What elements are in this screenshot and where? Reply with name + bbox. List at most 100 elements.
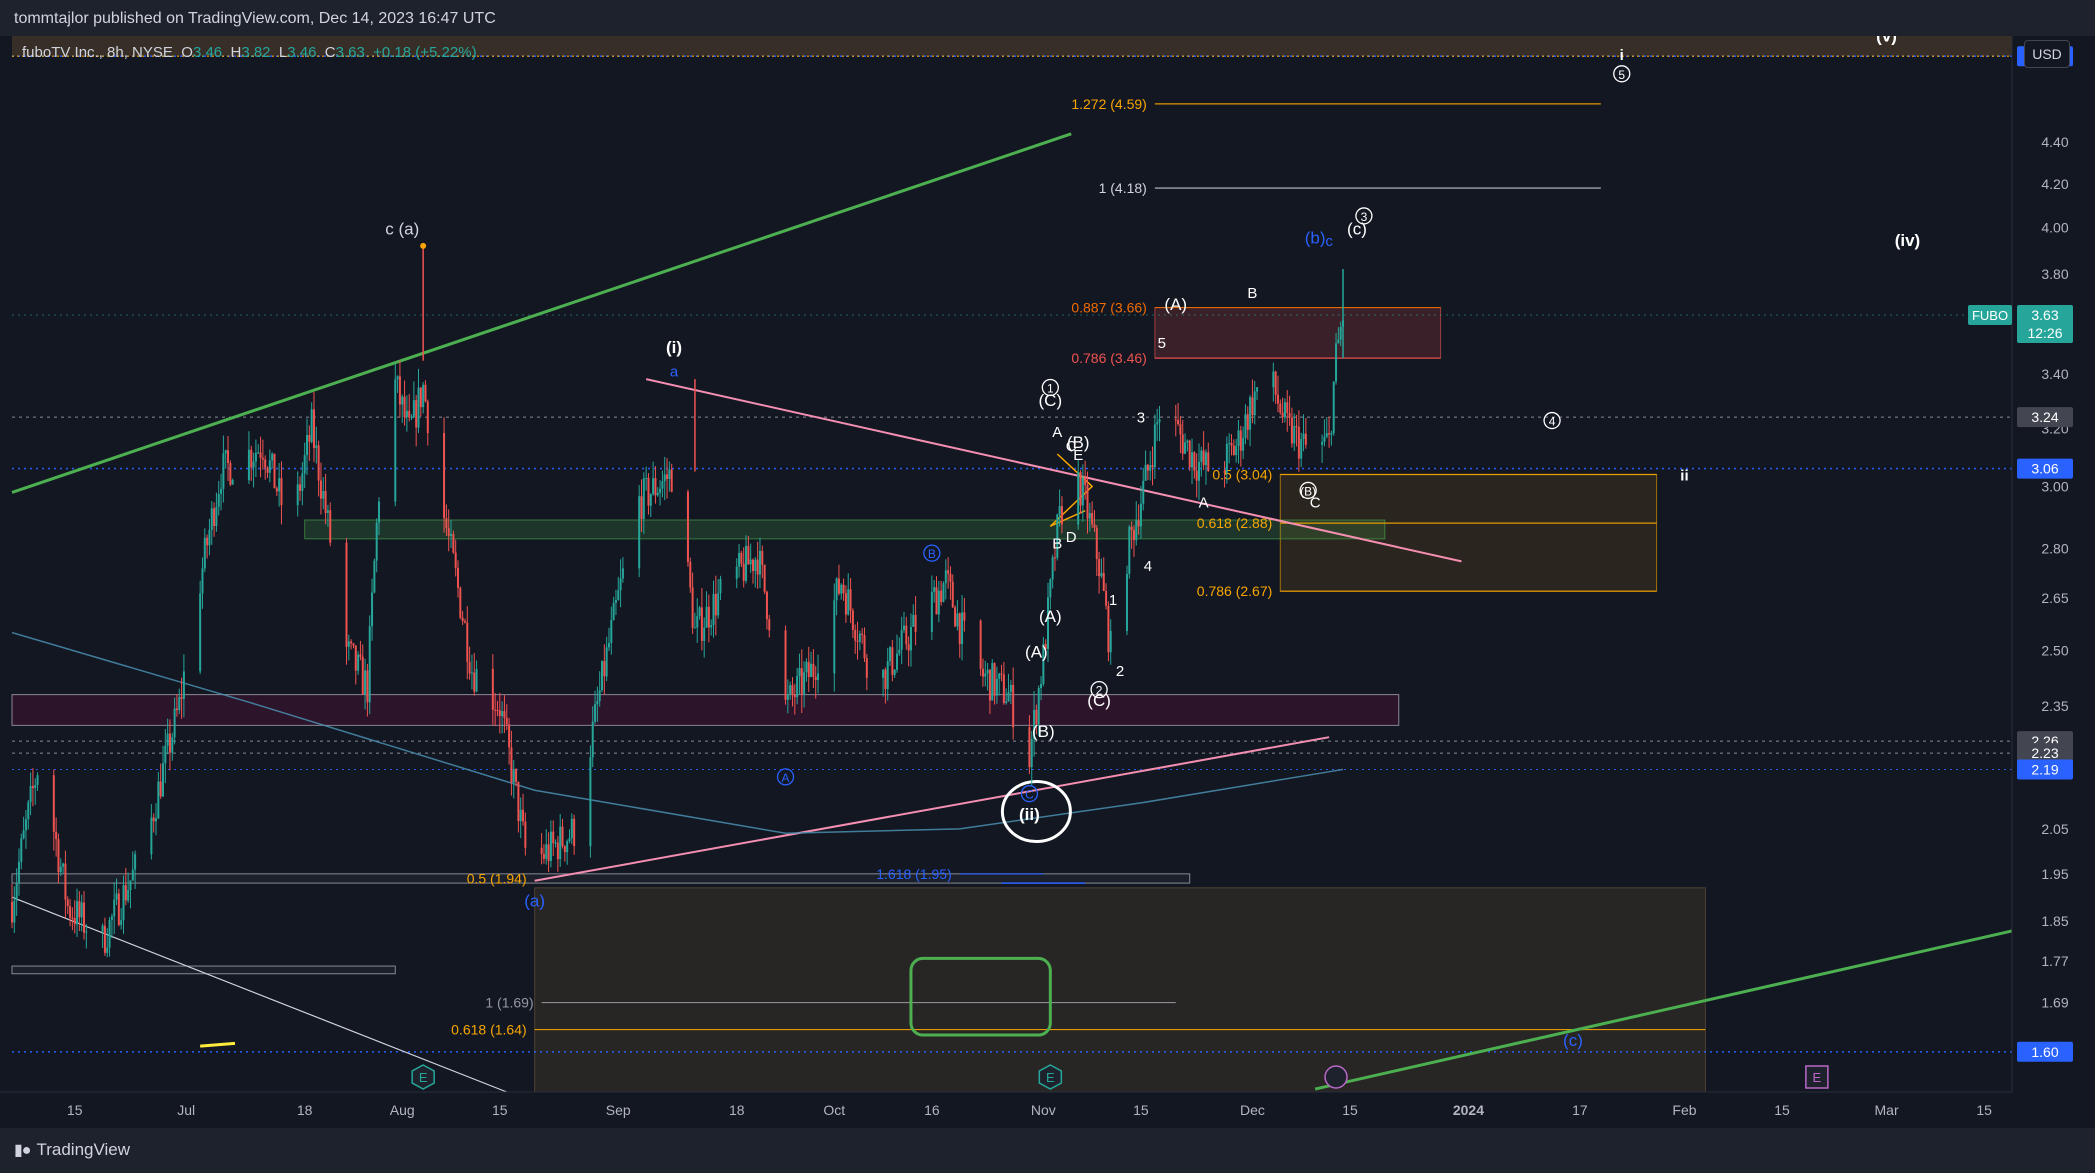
candle-body [62, 863, 65, 867]
candle-body [1058, 506, 1061, 515]
candle-body [1339, 326, 1342, 340]
tradingview-logo-icon: ▮● [14, 1142, 31, 1159]
earnings-event-label: E [1813, 1070, 1822, 1085]
time-axis[interactable]: 15 Jul 18 Aug 15 Sep 18 Oct 16 Nov 15 Dec 15 2024 17 Fe… [0, 1091, 2012, 1128]
candle-body [833, 600, 836, 674]
candle-body [1304, 433, 1307, 445]
fib-label: 1.272 (4.59) [1071, 96, 1147, 112]
candle-body [754, 559, 757, 571]
price-tick-label: 3.00 [2041, 478, 2068, 494]
candle-body [835, 578, 838, 601]
candle-body [254, 452, 257, 462]
candle-body [705, 606, 708, 628]
candle-body [473, 672, 476, 692]
candle-body [359, 654, 362, 657]
candle-body [312, 409, 315, 448]
candle-body [612, 602, 615, 621]
candle-body [227, 450, 230, 464]
candle-body [34, 784, 37, 789]
candle-body [1084, 477, 1087, 485]
candle-body [1079, 472, 1082, 506]
moving-average-line [11, 631, 1344, 835]
candle-body [1207, 452, 1210, 472]
candle-body [563, 846, 566, 853]
candle-body [1184, 442, 1187, 454]
candle-body [280, 478, 283, 506]
candle-body [798, 668, 801, 677]
candle-body [914, 614, 917, 632]
candle-body [182, 671, 185, 699]
time-tick-label: 15 [492, 1102, 508, 1118]
candle-body [642, 478, 645, 520]
candle-body [652, 478, 655, 495]
candle-body [31, 785, 34, 789]
candle-body [789, 685, 792, 695]
candle-body [1235, 445, 1238, 456]
candle-body [303, 455, 306, 474]
price-tick-label: 2.35 [2041, 698, 2068, 714]
candle-body [419, 387, 422, 408]
candle-body [559, 826, 562, 860]
time-tick-label: 15 [1133, 1102, 1149, 1118]
symbol-legend: fuboTV Inc., 8h, NYSE O3.46 H3.82 L3.46 … [22, 44, 477, 61]
price-tick-label: 1.77 [2041, 953, 2068, 969]
candle-body [52, 775, 55, 832]
candle-body [29, 785, 32, 803]
candle-body [1012, 684, 1015, 728]
candle-body [27, 802, 30, 820]
candle-body [459, 587, 462, 618]
candle-body [1153, 424, 1156, 468]
wave-label: (B) [1032, 722, 1055, 741]
candle-body [1030, 739, 1033, 768]
candle-body [231, 480, 234, 485]
candle-body [542, 854, 545, 859]
candle-body [401, 396, 404, 405]
wave-label: (A) [1164, 295, 1187, 314]
candle-body [937, 590, 940, 615]
candle-body [1146, 464, 1149, 471]
candle-body [751, 559, 754, 571]
time-tick-label: 17 [1572, 1102, 1588, 1118]
candle-body [645, 477, 648, 479]
candle-body [69, 906, 72, 918]
candle-body [712, 593, 715, 626]
candle-body [168, 733, 171, 753]
legend-low: 3.46 [287, 44, 317, 61]
candle-body [1100, 573, 1103, 577]
candle-body [1000, 673, 1003, 675]
time-tick-label: 15 [67, 1102, 83, 1118]
candle-body [1337, 339, 1340, 344]
zones-layer [11, 36, 2012, 1093]
candle-body [707, 606, 710, 628]
earnings-event-label: E [1046, 1070, 1055, 1085]
candle-body [738, 552, 741, 567]
chart-canvas[interactable]: 1.272 (4.59) 1 (4.18) 0.887 (3.66) 0.786 (3… [0, 36, 2095, 1128]
candle-body [83, 902, 86, 933]
price-tick-label: 4.20 [2041, 176, 2068, 192]
candle-body [865, 658, 868, 678]
time-tick-label: 18 [729, 1102, 745, 1118]
candle-body [735, 566, 738, 579]
candle-body [319, 480, 322, 499]
wave-label: A [1052, 424, 1062, 441]
price-tick-label: 2.80 [2041, 540, 2068, 556]
candle-body [512, 769, 515, 783]
candle-body [1272, 371, 1275, 388]
price-tick-label: 4.00 [2041, 220, 2068, 236]
candle-body [1246, 414, 1249, 430]
candle-body [817, 673, 820, 681]
candle-body [461, 617, 464, 622]
candle-body [907, 644, 910, 651]
candle-body [905, 625, 908, 645]
price-axis[interactable]: 4.404.204.003.803.403.203.002.802.652.50… [1968, 36, 2095, 1092]
candle-body [178, 696, 181, 711]
candle-body [503, 711, 506, 718]
currency-button[interactable]: USD [2024, 40, 2070, 68]
tradingview-logo[interactable]: ▮● TradingView [14, 1140, 130, 1160]
candle-body [961, 612, 964, 644]
candle-body [206, 537, 209, 546]
candle-body [1137, 520, 1140, 527]
candle-body [1037, 688, 1040, 725]
candle-body [951, 581, 954, 608]
candle-body [505, 717, 508, 725]
